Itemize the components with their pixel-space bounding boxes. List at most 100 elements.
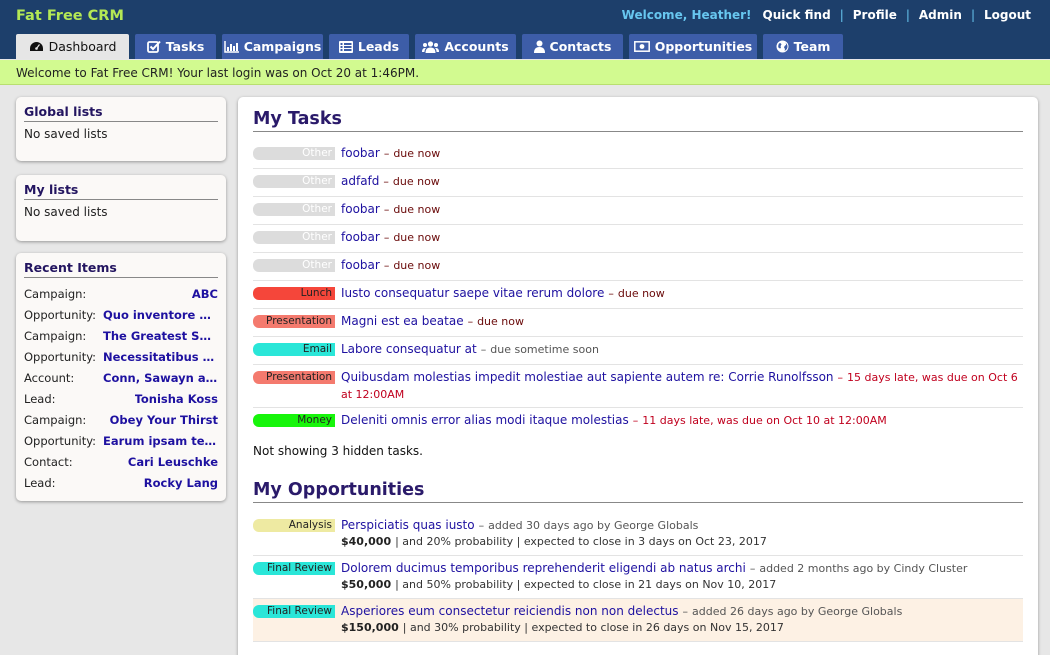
tab-contacts[interactable]: Contacts [522, 34, 623, 59]
recent-item: Opportunity: Necessitatibus m... [24, 346, 218, 367]
task-link[interactable]: Magni est ea beatae [341, 314, 464, 328]
task-link[interactable]: foobar [341, 202, 380, 216]
task-category-badge: Other [253, 203, 335, 216]
tab-label: Dashboard [48, 39, 117, 54]
opportunity-link[interactable]: Asperiores eum consectetur reiciendis no… [341, 604, 679, 618]
recent-item-type: Account: [24, 370, 75, 385]
task-due: due now [393, 203, 441, 216]
opportunity-amount: $150,000 [341, 621, 399, 634]
task-category-badge: Lunch [253, 287, 335, 300]
users-icon [422, 40, 440, 53]
recent-items-title: Recent Items [24, 260, 218, 278]
tab-team[interactable]: Team [763, 34, 843, 59]
recent-item-link[interactable]: Obey Your Thirst [110, 413, 218, 427]
due-separator: – [837, 371, 844, 384]
task-row: Other foobar – due now [253, 197, 1023, 225]
profile-link[interactable]: Profile [853, 8, 897, 22]
recent-item: Opportunity: Quo inventore vo... [24, 304, 218, 325]
opportunity-link[interactable]: Perspiciatis quas iusto [341, 518, 475, 532]
tab-campaigns[interactable]: Campaigns [222, 34, 323, 59]
task-category-badge: Presentation [253, 315, 335, 328]
task-row: Other foobar – due now [253, 141, 1023, 169]
task-body: Quibusdam molestias impedit molestiae au… [341, 369, 1023, 403]
opportunity-link[interactable]: Dolorem ducimus temporibus reprehenderit… [341, 561, 746, 575]
opportunity-meta: added 2 months ago by Cindy Cluster [759, 562, 968, 575]
recent-item: Lead: Tonisha Koss [24, 388, 218, 409]
task-category-badge: Money [253, 414, 335, 427]
task-link[interactable]: foobar [341, 258, 380, 272]
quick-find-link[interactable]: Quick find [763, 8, 831, 22]
task-row: Other adfafd – due now [253, 169, 1023, 197]
due-separator: – [467, 315, 474, 328]
money-icon [633, 41, 650, 52]
recent-item-link[interactable]: ABC [192, 287, 218, 301]
opportunity-line1: Perspiciatis quas iusto – added 30 days ag… [341, 517, 767, 534]
task-link[interactable]: foobar [341, 230, 380, 244]
tab-opportunities[interactable]: Opportunities [629, 34, 757, 59]
hidden-tasks-note: Not showing 3 hidden tasks. [253, 444, 423, 458]
tab-tasks[interactable]: Tasks [135, 34, 216, 59]
app-title[interactable]: Fat Free CRM [16, 8, 124, 24]
welcome-link[interactable]: Welcome, Heather! [622, 8, 752, 22]
tab-label: Team [793, 39, 831, 54]
logout-link[interactable]: Logout [984, 8, 1031, 22]
flash-message: Welcome to Fat Free CRM! Your last login… [0, 60, 1050, 85]
task-link[interactable]: foobar [341, 146, 380, 160]
due-separator: – [383, 147, 390, 160]
task-due: due sometime soon [490, 343, 599, 356]
task-link[interactable]: adfafd [341, 174, 379, 188]
due-separator: – [632, 414, 639, 427]
recent-item-type: Contact: [24, 454, 73, 469]
task-link[interactable]: Iusto consequatur saepe vitae rerum dolo… [341, 286, 604, 300]
task-due: due now [392, 175, 440, 188]
opportunity-details: | and 50% probability | expected to clos… [395, 578, 777, 591]
task-body: Labore consequatur at – due sometime soon [341, 341, 599, 358]
recent-item-link[interactable]: Quo inventore vo... [103, 308, 218, 322]
opportunity-amount: $40,000 [341, 535, 392, 548]
opportunity-list: Analysis Perspiciatis quas iusto – added 30… [253, 513, 1023, 642]
opportunity-stage-badge: Final Review [253, 605, 335, 618]
global-lists-empty: No saved lists [24, 127, 108, 141]
link-separator: | [905, 8, 910, 22]
task-due: due now [393, 147, 441, 160]
tab-dashboard[interactable]: Dashboard [16, 34, 129, 59]
task-row: Presentation Magni est ea beatae – due now [253, 309, 1023, 337]
tab-label: Leads [357, 39, 400, 54]
tab-label: Accounts [444, 39, 509, 54]
recent-item-link[interactable]: Cari Leuschke [128, 455, 218, 469]
check-square-icon [146, 40, 161, 53]
recent-item-type: Campaign: [24, 286, 87, 301]
task-row: Presentation Quibusdam molestias impedit … [253, 365, 1023, 408]
task-body: Magni est ea beatae – due now [341, 313, 524, 330]
task-link[interactable]: Quibusdam molestias impedit molestiae au… [341, 370, 834, 384]
recent-item-link[interactable]: Necessitatibus m... [103, 350, 218, 364]
due-separator: – [383, 175, 389, 188]
tab-accounts[interactable]: Accounts [415, 34, 516, 59]
tab-leads[interactable]: Leads [329, 34, 409, 59]
global-lists-panel: Global lists No saved lists [16, 97, 226, 161]
recent-item-link[interactable]: Conn, Sawayn and... [103, 371, 218, 385]
opportunity-details: | and 30% probability | expected to clos… [402, 621, 784, 634]
my-lists-panel: My lists No saved lists [16, 175, 226, 241]
admin-link[interactable]: Admin [919, 8, 962, 22]
list-icon [338, 40, 353, 53]
task-link[interactable]: Labore consequatur at [341, 342, 477, 356]
link-separator: | [839, 8, 844, 22]
opportunity-amount: $50,000 [341, 578, 392, 591]
recent-item-link[interactable]: The Greatest Sho... [103, 329, 218, 343]
recent-item-link[interactable]: Rocky Lang [144, 476, 218, 490]
recent-item-link[interactable]: Earum ipsam tene... [103, 434, 218, 448]
opportunity-row: Analysis Perspiciatis quas iusto – added 30… [253, 513, 1023, 556]
recent-item: Lead: Rocky Lang [24, 472, 218, 493]
task-row: Money Deleniti omnis error alias modi ita… [253, 408, 1023, 436]
opportunity-line2: $50,000 | and 50% probability | expected … [341, 577, 967, 593]
task-row: Lunch Iusto consequatur saepe vitae rerum… [253, 281, 1023, 309]
opportunity-row: Final Review Dolorem ducimus temporibus r… [253, 556, 1023, 599]
task-link[interactable]: Deleniti omnis error alias modi itaque m… [341, 413, 629, 427]
opportunity-body: Asperiores eum consectetur reiciendis no… [341, 603, 902, 636]
opportunity-stage-badge: Analysis [253, 519, 335, 532]
opportunity-body: Dolorem ducimus temporibus reprehenderit… [341, 560, 967, 593]
task-due: due now [393, 259, 441, 272]
recent-item-link[interactable]: Tonisha Koss [135, 392, 218, 406]
recent-item: Campaign: Obey Your Thirst [24, 409, 218, 430]
